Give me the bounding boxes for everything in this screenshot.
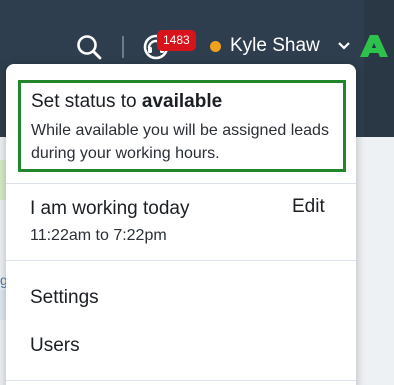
status-option-description: While available you will be assigned lea… (31, 122, 329, 162)
menu-divider (6, 380, 356, 381)
working-today-title: I am working today (30, 198, 190, 219)
set-status-available-option[interactable]: Set status to available While available … (18, 80, 346, 172)
status-dot (210, 41, 221, 52)
chevron-down-icon[interactable] (338, 42, 350, 50)
menu-divider (6, 183, 356, 184)
working-hours: 11:22am to 7:22pm (30, 227, 167, 244)
menu-divider (6, 260, 356, 261)
brand-logo[interactable] (360, 33, 388, 59)
status-option-title: Set status to available (31, 89, 222, 115)
status-title-prefix: Set status to (31, 91, 142, 112)
status-title-bold: available (141, 91, 223, 112)
menu-item-settings[interactable]: Settings (30, 285, 99, 311)
user-dropdown-menu: Set status to available While available … (6, 64, 356, 385)
topbar-edge (364, 0, 394, 137)
search-icon[interactable] (76, 34, 102, 60)
notification-count-badge[interactable]: 1483 (157, 30, 196, 51)
edit-working-hours-button[interactable]: Edit (292, 194, 325, 220)
menu-item-users[interactable]: Users (30, 333, 80, 359)
user-name[interactable]: Kyle Shaw (230, 34, 320, 58)
header-divider (122, 36, 124, 58)
